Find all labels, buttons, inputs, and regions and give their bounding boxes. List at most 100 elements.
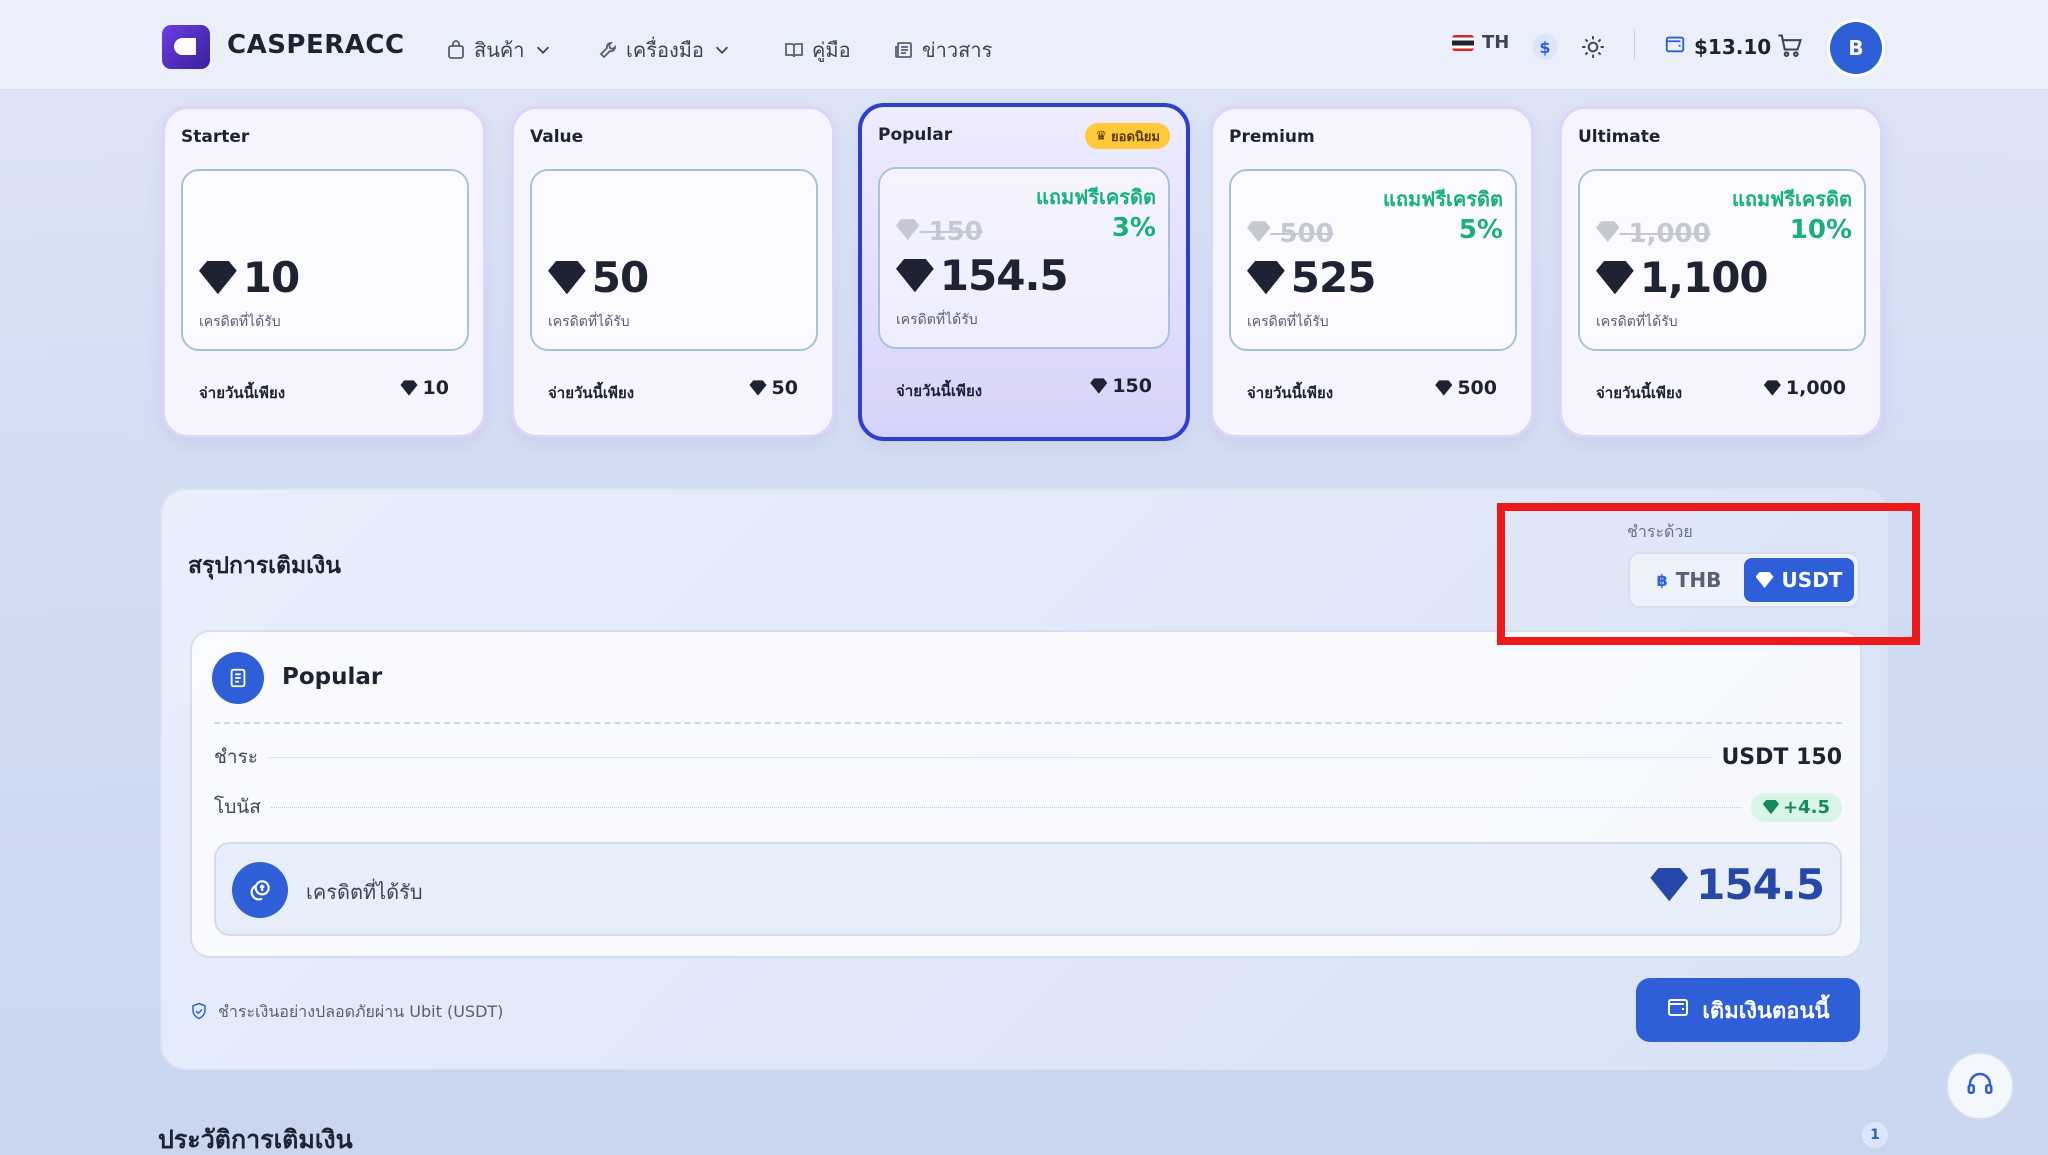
nav-news[interactable]: ข่าวสาร bbox=[894, 34, 992, 66]
theme-toggle[interactable] bbox=[1580, 34, 1606, 65]
divider bbox=[214, 722, 1842, 724]
free-credit-label: แถมฟรีเครดิต bbox=[1035, 185, 1156, 209]
avatar[interactable]: B bbox=[1830, 22, 1882, 74]
pay-today-label: จ่ายวันนี้เพียง bbox=[1596, 384, 1683, 402]
package-credit-box: แถมฟรีเครดิต 5% 500 525 เครดิตที่ได้รับ bbox=[1229, 169, 1517, 351]
pay-today-label: จ่ายวันนี้เพียง bbox=[896, 382, 983, 400]
newspaper-icon bbox=[894, 40, 914, 60]
topup-summary-panel: สรุปการเติมเงิน ชำระด้วย ฿ THB USDT Popul… bbox=[160, 488, 1888, 1070]
gem-icon bbox=[548, 260, 586, 295]
nav-label: คู่มือ bbox=[812, 38, 851, 62]
package-card-popular[interactable]: Popular ♛ ยอดนิยม แถมฟรีเครดิต 3% 150 154… bbox=[858, 103, 1190, 441]
topup-history-title: ประวัติการเติมเงิน bbox=[158, 1125, 353, 1154]
receipt-icon bbox=[212, 652, 264, 704]
nav-label: สินค้า bbox=[474, 38, 525, 62]
thai-flag-icon bbox=[1452, 34, 1474, 51]
original-credits: 150 bbox=[896, 217, 983, 247]
package-name: Premium bbox=[1229, 127, 1315, 147]
free-credit-label: แถมฟรีเครดิต bbox=[1731, 187, 1852, 211]
package-price: 50 bbox=[749, 377, 798, 399]
sun-icon bbox=[1580, 34, 1606, 65]
package-credit-box: แถมฟรีเครดิต 10% 1,000 1,100 เครดิตที่ได… bbox=[1578, 169, 1866, 351]
secure-payment-note: ชำระเงินอย่างปลอดภัยผ่าน Ubit (USDT) bbox=[190, 1000, 503, 1025]
headset-icon bbox=[1965, 1069, 1995, 1103]
gem-icon bbox=[1090, 378, 1108, 394]
gem-icon bbox=[1755, 572, 1774, 588]
summary-title: สรุปการเติมเงิน bbox=[188, 553, 341, 579]
original-credits: 1,000 bbox=[1596, 219, 1711, 249]
gem-icon bbox=[749, 380, 767, 396]
gem-icon bbox=[1762, 799, 1780, 815]
top-header: CASPERACC สินค้า เครื่องมือ คู่มือ ข่าวส… bbox=[0, 0, 2048, 90]
payment-method-toggle: ฿ THB USDT bbox=[1628, 552, 1860, 608]
shield-icon bbox=[190, 1002, 208, 1024]
package-credits: 10 bbox=[199, 253, 300, 302]
free-credit-label: แถมฟรีเครดิต bbox=[1382, 187, 1503, 211]
language-code: TH bbox=[1482, 32, 1510, 53]
package-credit-box: แถมฟรีเครดิต 3% 150 154.5 เครดิตที่ได้รั… bbox=[878, 167, 1170, 349]
popular-badge: ♛ ยอดนิยม bbox=[1085, 123, 1170, 149]
credit-label: เครดิตที่ได้รับ bbox=[199, 314, 281, 330]
bag-icon bbox=[446, 40, 466, 60]
gem-icon bbox=[400, 380, 418, 396]
gem-icon bbox=[199, 260, 237, 295]
credit-label: เครดิตที่ได้รับ bbox=[896, 312, 978, 328]
credit-value: 154.5 bbox=[1650, 860, 1825, 909]
package-price: 1,000 bbox=[1763, 377, 1846, 399]
package-name: Starter bbox=[181, 127, 250, 147]
gem-icon bbox=[896, 258, 934, 293]
bonus-percent: 5% bbox=[1458, 215, 1503, 245]
package-price: 150 bbox=[1090, 375, 1152, 397]
support-chat-button[interactable] bbox=[1946, 1052, 2014, 1120]
logo[interactable] bbox=[162, 25, 210, 69]
currency-switcher[interactable]: $ bbox=[1532, 34, 1558, 60]
credit-label: เครดิตที่ได้รับ bbox=[1247, 314, 1329, 330]
topup-now-button[interactable]: เติมเงินตอนนี้ bbox=[1636, 978, 1860, 1042]
header-divider bbox=[1634, 30, 1635, 60]
package-card-premium[interactable]: Premium แถมฟรีเครดิต 5% 500 525 เครดิตที… bbox=[1210, 106, 1534, 438]
package-name: Popular bbox=[878, 125, 953, 145]
package-name: Value bbox=[530, 127, 584, 147]
package-card-starter[interactable]: Starter 10 เครดิตที่ได้รับ จ่ายวันนี้เพี… bbox=[162, 106, 486, 438]
nav-guide[interactable]: คู่มือ bbox=[784, 34, 851, 66]
nav-products[interactable]: สินค้า bbox=[446, 34, 553, 66]
history-count-badge: 1 bbox=[1862, 1122, 1888, 1148]
pay-today-label: จ่ายวันนี้เพียง bbox=[199, 384, 286, 402]
credit-received-row: เครดิตที่ได้รับ 154.5 bbox=[214, 842, 1842, 936]
language-switcher[interactable]: TH bbox=[1452, 32, 1509, 53]
package-card-value[interactable]: Value 50 เครดิตที่ได้รับ จ่ายวันนี้เพียง… bbox=[511, 106, 835, 438]
thb-option[interactable]: ฿ THB bbox=[1634, 558, 1744, 602]
nav-tools[interactable]: เครื่องมือ bbox=[598, 34, 732, 66]
package-price: 500 bbox=[1435, 377, 1497, 399]
bonus-percent: 3% bbox=[1111, 213, 1156, 243]
bonus-label: โบนัส bbox=[214, 796, 261, 818]
pay-row: ชำระ USDT 150 bbox=[214, 742, 1842, 772]
baht-icon: ฿ bbox=[1656, 570, 1668, 590]
book-icon bbox=[784, 40, 804, 60]
gem-icon bbox=[1247, 260, 1285, 295]
credit-label: เครดิตที่ได้รับ bbox=[548, 314, 630, 330]
package-price: 10 bbox=[400, 377, 449, 399]
wallet-icon bbox=[1664, 33, 1686, 60]
selected-package-name: Popular bbox=[282, 664, 383, 690]
pay-with-label: ชำระด้วย bbox=[1627, 522, 1693, 541]
chevron-down-icon bbox=[533, 40, 553, 60]
package-credits: 525 bbox=[1247, 253, 1376, 302]
pay-label: ชำระ bbox=[214, 746, 258, 768]
gem-icon bbox=[1650, 867, 1689, 902]
wallet-balance[interactable]: $13.10 bbox=[1664, 33, 1771, 60]
pay-today-label: จ่ายวันนี้เพียง bbox=[548, 384, 635, 402]
pay-value: USDT 150 bbox=[1721, 744, 1842, 770]
gem-icon bbox=[1596, 260, 1634, 295]
crown-icon: ♛ bbox=[1095, 128, 1108, 144]
nav-label: เครื่องมือ bbox=[626, 38, 704, 62]
nav-label: ข่าวสาร bbox=[922, 38, 993, 62]
credit-label: เครดิตที่ได้รับ bbox=[1596, 314, 1678, 330]
gem-icon bbox=[1247, 221, 1271, 242]
cart-button[interactable] bbox=[1776, 32, 1804, 65]
package-card-ultimate[interactable]: Ultimate แถมฟรีเครดิต 10% 1,000 1,100 เค… bbox=[1559, 106, 1883, 438]
brand-name[interactable]: CASPERACC bbox=[227, 30, 405, 60]
gem-icon bbox=[1596, 221, 1620, 242]
package-credits: 1,100 bbox=[1596, 253, 1769, 302]
usdt-option[interactable]: USDT bbox=[1744, 558, 1854, 602]
